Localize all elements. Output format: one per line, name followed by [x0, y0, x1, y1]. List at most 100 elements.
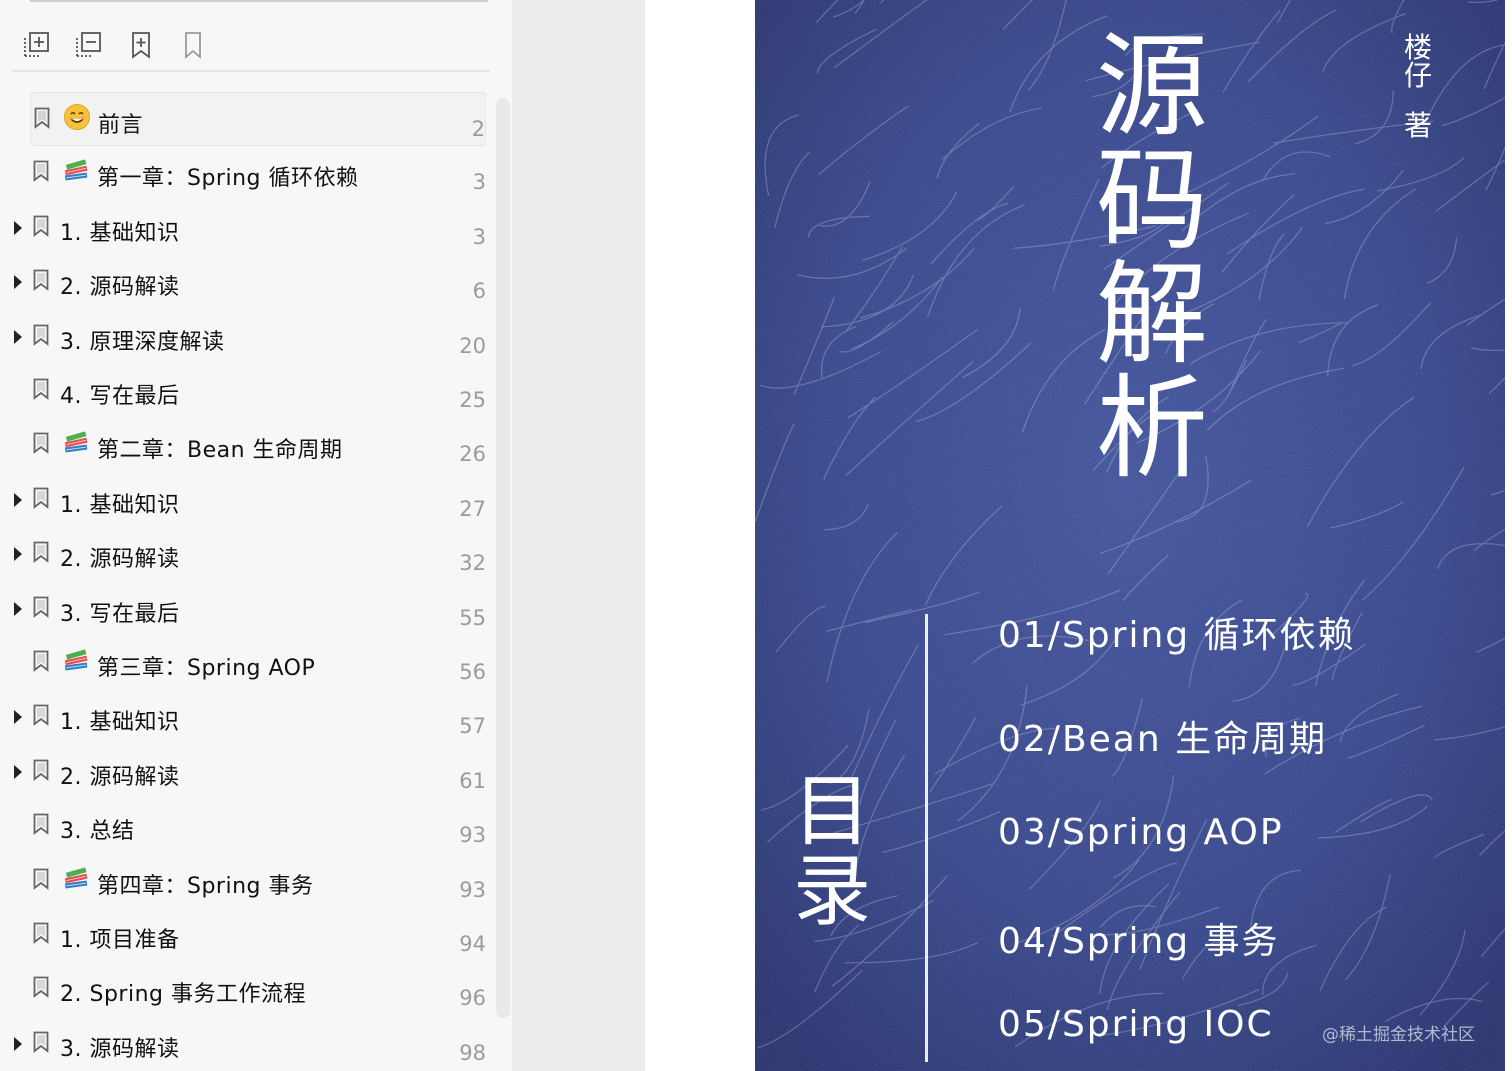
outline-item[interactable]: 1. 项目准备 94: [0, 908, 494, 962]
outline-item-page: 61: [459, 768, 486, 793]
author-char: 仔: [1403, 59, 1432, 92]
toc-label-char: 目: [792, 767, 871, 857]
outline-item-title: 第四章：Spring 事务: [97, 873, 314, 899]
outline-item-page: 55: [459, 605, 486, 630]
outline-item-title: 3. 写在最后: [60, 601, 180, 627]
cover-toc-item: 05/Spring IOC: [998, 1004, 1274, 1045]
expand-caret-icon[interactable]: [14, 492, 22, 507]
toc-label-char: 录: [792, 847, 871, 937]
outline-item-title: 第二章：Bean 生命周期: [97, 438, 343, 464]
outline-item-page: 6: [472, 279, 486, 304]
blank-page-margin: [645, 0, 755, 1071]
outline-item-title: 3. 源码解读: [60, 1036, 180, 1062]
cover-author: 楼仔著: [1398, 34, 1438, 140]
bookmark-icon: [33, 215, 49, 237]
bookmark-icon: [33, 324, 49, 346]
bookmark-icon: [33, 922, 49, 944]
watermark: @稀土掘金技术社区: [1322, 1025, 1475, 1045]
expand-caret-icon[interactable]: [14, 1036, 22, 1051]
outline-item-title: 1. 基础知识: [60, 710, 180, 736]
cover-toc-item: 02/Bean 生命周期: [998, 719, 1328, 760]
cover-title-char: 解: [1096, 250, 1208, 380]
cover-title: 源码解析: [1092, 30, 1212, 486]
outline-item-page: 27: [459, 496, 486, 521]
outline-item[interactable]: 第二章：Bean 生命周期 26: [0, 418, 494, 472]
author-char: 著: [1403, 109, 1432, 142]
outline-item-page: 25: [459, 388, 486, 412]
outline-item[interactable]: 1. 基础知识 3: [0, 201, 494, 255]
outline-item-title: 1. 基础知识: [60, 492, 180, 518]
outline-item[interactable]: 3. 源码解读 98: [0, 1017, 494, 1071]
expand-caret-icon[interactable]: [14, 764, 22, 779]
expand-caret-icon[interactable]: [14, 329, 22, 344]
outline-item-page: 98: [459, 1040, 486, 1065]
bookmark-icon: [33, 541, 49, 564]
outline-item-title: 2. 源码解读: [60, 764, 180, 790]
outline-item[interactable]: 3. 总结 93: [0, 799, 494, 853]
outline-item-page: 56: [459, 660, 486, 684]
outline-item-page: 32: [459, 551, 486, 576]
top-divider: [30, 0, 488, 2]
outline-item[interactable]: 第四章：Spring 事务 93: [0, 854, 494, 908]
outline-item[interactable]: 1. 基础知识 57: [0, 690, 494, 744]
sidebar-gutter: [512, 0, 645, 1071]
expand-caret-icon[interactable]: [14, 547, 22, 562]
outline-item[interactable]: 2. 源码解读 32: [0, 527, 494, 581]
outline-item[interactable]: 2. 源码解读 61: [0, 745, 494, 799]
page-right-edge: [1505, 0, 1512, 1071]
cover-title-char: 析: [1096, 364, 1208, 494]
outline-scrollbar[interactable]: [496, 98, 510, 1018]
outline-item-page: 26: [459, 442, 486, 467]
bookmark-icon: [33, 432, 49, 455]
outline-item-page: 20: [459, 333, 486, 358]
books-emoji-icon: [62, 156, 90, 184]
outline-item[interactable]: 前言 2: [30, 92, 486, 146]
expand-caret-icon[interactable]: [14, 220, 22, 235]
outline-item-page: 93: [459, 823, 486, 848]
bookmark-icon: [33, 378, 49, 400]
outline-item[interactable]: 第三章：Spring AOP 56: [0, 636, 494, 690]
outline-item-title: 2. 源码解读: [60, 275, 180, 301]
outline-item-title: 1. 项目准备: [60, 928, 180, 953]
cover-divider-line: [925, 614, 928, 1062]
outline-tree: 前言 2 第一章：Spring 循环依赖 3 1. 基础知识 3 2. 源码解读 6 3. 原理…: [0, 92, 494, 1071]
outline-item[interactable]: 3. 原理深度解读 20: [0, 310, 494, 364]
outline-item[interactable]: 2. 源码解读 6: [0, 255, 494, 309]
expand-caret-icon[interactable]: [14, 710, 22, 725]
expand-all-icon[interactable]: [20, 28, 54, 62]
cover-toc-item: 03/Spring AOP: [998, 812, 1284, 853]
toolbar-divider: [12, 70, 490, 72]
outline-item[interactable]: 1. 基础知识 27: [0, 473, 494, 527]
outline-item[interactable]: 3. 写在最后 55: [0, 582, 494, 636]
bookmark-icon: [33, 813, 49, 836]
outline-item-page: 57: [459, 714, 486, 739]
cover-toc-item: 04/Spring 事务: [998, 921, 1280, 962]
books-emoji-icon: [62, 864, 90, 892]
bookmark-icon: [33, 868, 49, 890]
bookmark-icon: [33, 160, 49, 183]
bookmark-icon: [33, 650, 49, 672]
outline-item[interactable]: 4. 写在最后 25: [0, 364, 494, 418]
outline-item-title: 3. 原理深度解读: [60, 329, 225, 355]
bookmark-icon: [34, 107, 50, 129]
outline-item-title: 前言: [98, 113, 144, 138]
outline-item-page: 94: [459, 932, 486, 956]
outline-item-page: 93: [459, 877, 486, 902]
outline-item-title: 4. 写在最后: [60, 384, 180, 409]
bookmark-icon: [33, 596, 49, 618]
bookmark-icon[interactable]: [176, 28, 210, 62]
author-char: 楼: [1403, 31, 1432, 64]
expand-caret-icon[interactable]: [14, 275, 22, 290]
cover-title-char: 源: [1096, 22, 1208, 152]
add-bookmark-icon[interactable]: [124, 28, 158, 62]
collapse-all-icon[interactable]: [72, 28, 106, 62]
outline-toolbar: [0, 22, 512, 68]
cover-toc-item: 01/Spring 循环依赖: [998, 615, 1356, 656]
outline-item-title: 1. 基础知识: [60, 220, 180, 246]
outline-item[interactable]: 第一章：Spring 循环依赖 3: [0, 146, 494, 200]
outline-item[interactable]: 2. Spring 事务工作流程 96: [0, 962, 494, 1016]
expand-caret-icon[interactable]: [14, 601, 22, 616]
bookmark-icon: [33, 976, 49, 999]
outline-item-page: 2: [471, 117, 485, 141]
outline-item-title: 第三章：Spring AOP: [97, 656, 316, 681]
